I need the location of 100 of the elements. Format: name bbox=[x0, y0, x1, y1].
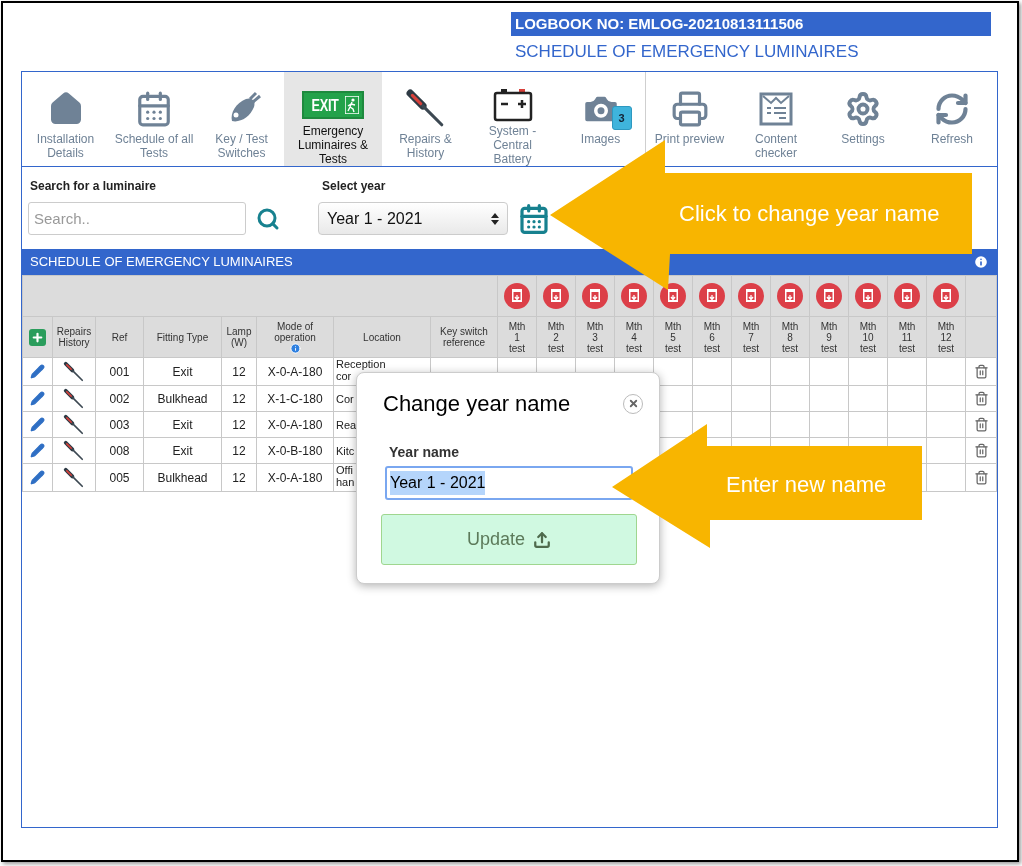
logbook-number: LOGBOOK NO: EMLOG-20210813111506 bbox=[511, 12, 991, 36]
pdf-download-icon[interactable] bbox=[894, 283, 920, 309]
table-cell: Exit bbox=[172, 417, 193, 432]
add-button[interactable] bbox=[29, 328, 46, 346]
edit-icon[interactable] bbox=[30, 443, 45, 458]
column-header: Mth 7 test bbox=[741, 320, 761, 354]
delete-icon[interactable] bbox=[973, 443, 989, 458]
callout-text: Enter new name bbox=[726, 472, 887, 498]
refresh-icon bbox=[934, 91, 970, 127]
delete-icon[interactable] bbox=[973, 391, 989, 406]
column-header: Mth 12 test bbox=[936, 320, 956, 354]
column-header: Mth 8 test bbox=[780, 320, 800, 354]
column-header: Repairs History bbox=[55, 326, 93, 348]
calendar-icon bbox=[135, 90, 173, 128]
edit-icon[interactable] bbox=[30, 364, 45, 379]
upload-icon bbox=[533, 530, 551, 549]
table-cell: X-0-A-180 bbox=[267, 470, 323, 485]
table-cell: 001 bbox=[109, 364, 130, 379]
table-cell: X-0-B-180 bbox=[267, 443, 323, 458]
column-header: Mth 4 test bbox=[624, 320, 644, 354]
table-cell: Exit bbox=[172, 364, 193, 379]
table-cell: Rea bbox=[336, 418, 357, 431]
select-caret-icon bbox=[491, 211, 499, 226]
column-header: Lamp (W) bbox=[225, 326, 253, 348]
table-cell: Offi han bbox=[336, 464, 355, 488]
table-cell: 002 bbox=[109, 391, 130, 406]
column-header: Mth 5 test bbox=[663, 320, 683, 354]
column-header: Location bbox=[363, 331, 401, 343]
table-cell: X-1-C-180 bbox=[267, 391, 323, 406]
table-cell: X-0-A-180 bbox=[267, 417, 323, 432]
table-cell: Bulkhead bbox=[157, 391, 208, 406]
pdf-download-icon[interactable] bbox=[621, 283, 647, 309]
table-cell: 003 bbox=[109, 417, 130, 432]
update-button[interactable]: Update bbox=[381, 514, 637, 565]
column-header: Mth 9 test bbox=[819, 320, 839, 354]
table-cell: 12 bbox=[232, 364, 246, 379]
screwdriver-icon bbox=[63, 387, 85, 410]
search-label: Search for a luminaire bbox=[30, 178, 158, 195]
table-cell: 008 bbox=[109, 443, 130, 458]
schedule-title: SCHEDULE OF EMERGENCY LUMINAIRES bbox=[30, 253, 293, 272]
pdf-download-icon[interactable] bbox=[504, 283, 530, 309]
table-cell: Bulkhead bbox=[157, 470, 208, 485]
column-header: Ref bbox=[111, 331, 128, 343]
plus-icon bbox=[31, 330, 44, 344]
table-cell: 12 bbox=[232, 470, 246, 485]
field-label: Year name bbox=[389, 443, 461, 462]
table-cell: Exit bbox=[172, 443, 193, 458]
column-header: Mth 6 test bbox=[702, 320, 722, 354]
screwdriver-icon bbox=[63, 439, 85, 462]
exit-sign-icon: EXIT bbox=[301, 91, 365, 119]
select-year-label: Select year bbox=[322, 178, 387, 195]
table-cell: 005 bbox=[109, 470, 130, 485]
column-header: Mth 3 test bbox=[585, 320, 605, 354]
edit-icon[interactable] bbox=[30, 417, 45, 432]
table-cell: 12 bbox=[232, 443, 246, 458]
pdf-download-icon[interactable] bbox=[777, 283, 803, 309]
calendar-icon[interactable] bbox=[518, 202, 550, 235]
screwdriver-icon bbox=[63, 413, 85, 436]
table-cell: 12 bbox=[232, 417, 246, 432]
column-header: Mth 10 test bbox=[858, 320, 878, 354]
pdf-download-icon[interactable] bbox=[543, 283, 569, 309]
callout-text: Click to change year name bbox=[679, 201, 940, 227]
close-icon bbox=[627, 398, 639, 409]
pdf-download-icon[interactable] bbox=[738, 283, 764, 309]
battery-icon bbox=[492, 88, 533, 122]
column-header: Mode of operation bbox=[273, 320, 317, 343]
pdf-download-icon[interactable] bbox=[660, 283, 686, 309]
pdf-download-icon[interactable] bbox=[582, 283, 608, 309]
dialog-title: Change year name bbox=[383, 390, 571, 418]
settings-icon bbox=[845, 91, 881, 127]
toolbar-tab[interactable]: EXIT Emergency Luminaires & Tests bbox=[284, 72, 382, 166]
edit-icon[interactable] bbox=[30, 391, 45, 406]
delete-icon[interactable] bbox=[973, 364, 989, 379]
search-field[interactable]: Search.. bbox=[28, 202, 246, 235]
year-select[interactable]: Year 1 - 2021 bbox=[318, 202, 508, 235]
table-cell: 12 bbox=[232, 391, 246, 406]
pdf-download-icon[interactable] bbox=[855, 283, 881, 309]
column-header: Key switch reference bbox=[439, 326, 489, 348]
document-icon bbox=[759, 92, 793, 126]
screwdriver-icon bbox=[63, 466, 85, 489]
info-icon[interactable] bbox=[973, 254, 989, 270]
column-header: Mth 1 test bbox=[507, 320, 527, 354]
pdf-download-icon[interactable] bbox=[933, 283, 959, 309]
delete-icon[interactable] bbox=[973, 417, 989, 432]
delete-icon[interactable] bbox=[973, 470, 989, 485]
table-cell: Kitc bbox=[336, 444, 355, 457]
table-cell: Reception cor bbox=[336, 358, 386, 382]
search-icon[interactable] bbox=[256, 206, 280, 231]
count-badge: 3 bbox=[611, 106, 632, 130]
column-header: Fitting Type bbox=[156, 331, 209, 343]
page-subtitle: SCHEDULE OF EMERGENCY LUMINAIRES bbox=[514, 42, 860, 62]
screwdriver-icon bbox=[63, 360, 85, 383]
column-header: Mth 11 test bbox=[897, 320, 917, 354]
table-cell: Cor bbox=[336, 392, 354, 405]
edit-icon[interactable] bbox=[30, 470, 45, 485]
table-cell: X-0-A-180 bbox=[267, 364, 323, 379]
pdf-download-icon[interactable] bbox=[699, 283, 725, 309]
pdf-download-icon[interactable] bbox=[816, 283, 842, 309]
column-header: Mth 2 test bbox=[546, 320, 566, 354]
printer-icon bbox=[670, 90, 709, 128]
